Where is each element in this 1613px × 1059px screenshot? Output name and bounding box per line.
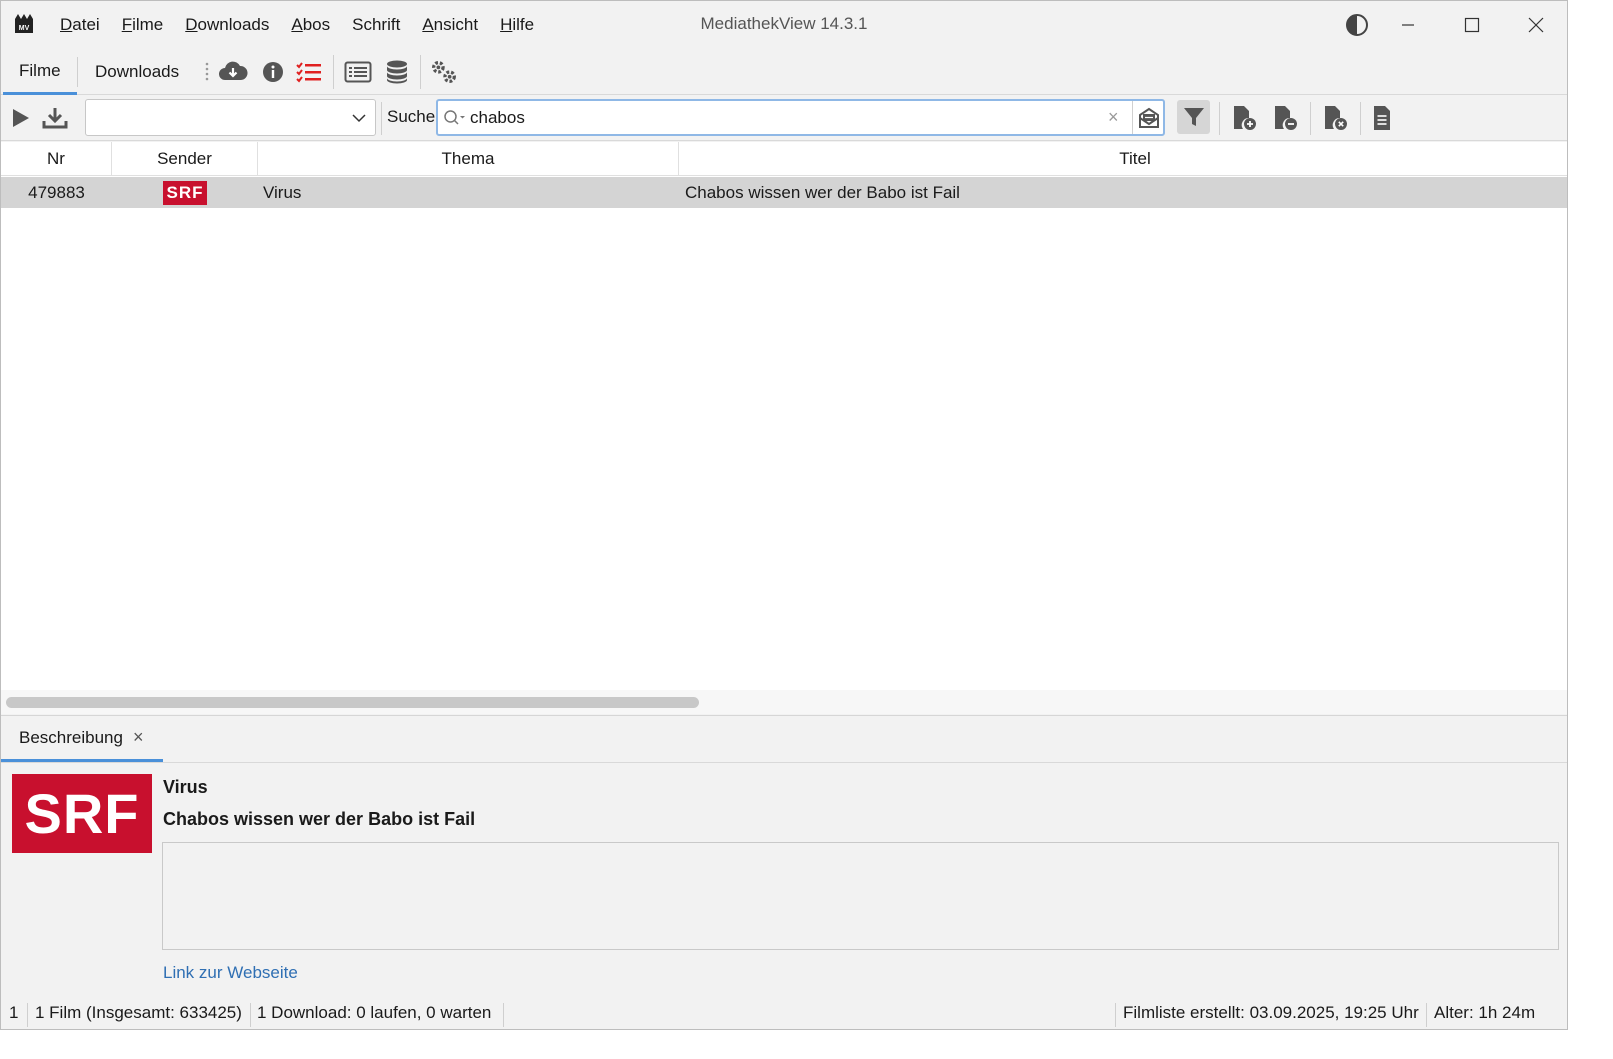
close-window-button[interactable] bbox=[1504, 1, 1567, 49]
film-table: Nr Sender Thema Titel 479883 SRF Virus C… bbox=[1, 142, 1567, 714]
chevron-down-icon bbox=[352, 114, 366, 123]
filter-icon bbox=[1183, 108, 1204, 126]
tab-downloads[interactable]: Downloads bbox=[79, 49, 195, 95]
title-bar: MV Datei Filme Downloads Abos Schrift An… bbox=[1, 1, 1567, 49]
status-divider bbox=[1426, 1003, 1427, 1027]
download-icon bbox=[42, 108, 68, 129]
status-divider bbox=[250, 1003, 251, 1027]
column-header-thema[interactable]: Thema bbox=[258, 142, 679, 176]
tab-filme[interactable]: Filme bbox=[3, 49, 77, 95]
toolbar-divider bbox=[420, 55, 421, 89]
maximize-icon bbox=[1464, 17, 1480, 33]
info-icon[interactable] bbox=[258, 57, 288, 87]
file-delete-icon bbox=[1325, 106, 1347, 130]
description-text[interactable] bbox=[162, 842, 1559, 950]
status-selected-count: 1 bbox=[9, 1003, 19, 1022]
status-downloads: 1 Download: 0 laufen, 0 warten bbox=[257, 1003, 492, 1022]
column-header-nr[interactable]: Nr bbox=[1, 142, 112, 176]
document-button[interactable] bbox=[1367, 103, 1397, 133]
search-label: Suche: bbox=[387, 107, 440, 126]
sender-logo-large: SRF bbox=[12, 774, 152, 853]
tab-beschreibung[interactable]: Beschreibung × bbox=[1, 716, 163, 762]
contrast-icon bbox=[1346, 14, 1368, 36]
delete-bookmark-button[interactable] bbox=[1320, 103, 1350, 133]
menu-abos[interactable]: Abos bbox=[280, 15, 341, 35]
cell-titel: Chabos wissen wer der Babo ist Fail bbox=[685, 183, 960, 202]
cell-thema: Virus bbox=[263, 183, 302, 202]
close-icon bbox=[1528, 17, 1544, 33]
menu-downloads[interactable]: Downloads bbox=[174, 15, 280, 35]
document-icon bbox=[1374, 106, 1390, 130]
tab-divider bbox=[77, 57, 78, 87]
clear-search-icon[interactable]: × bbox=[1108, 107, 1119, 128]
menu-ansicht[interactable]: Ansicht bbox=[411, 15, 489, 35]
app-logo-icon: MV bbox=[15, 14, 33, 33]
list-view-icon[interactable] bbox=[343, 57, 373, 87]
search-input[interactable] bbox=[470, 107, 1100, 129]
minimize-button[interactable] bbox=[1376, 1, 1440, 49]
toolbar-divider bbox=[1310, 102, 1311, 135]
checklist-icon[interactable] bbox=[294, 57, 324, 87]
scrollbar-thumb[interactable] bbox=[6, 697, 699, 708]
search-icon[interactable] bbox=[443, 109, 467, 127]
website-link[interactable]: Link zur Webseite bbox=[163, 963, 298, 983]
play-button[interactable] bbox=[5, 103, 35, 133]
file-remove-icon bbox=[1275, 106, 1297, 130]
menu-hilfe[interactable]: Hilfe bbox=[489, 15, 545, 35]
filter-toolbar: Suche: × bbox=[1, 96, 1567, 141]
column-header-sender[interactable]: Sender bbox=[112, 142, 258, 176]
status-divider bbox=[1115, 1003, 1116, 1027]
description-tab-label: Beschreibung bbox=[19, 727, 123, 747]
search-mode-button[interactable] bbox=[1132, 101, 1165, 134]
table-header: Nr Sender Thema Titel bbox=[1, 142, 1567, 176]
play-icon bbox=[13, 109, 29, 127]
cloud-download-icon[interactable] bbox=[218, 57, 248, 87]
main-toolbar: Filme Downloads bbox=[1, 49, 1567, 95]
menu-schrift[interactable]: Schrift bbox=[341, 15, 411, 35]
status-divider bbox=[503, 1003, 504, 1027]
status-films: 1 Film (Insgesamt: 633425) bbox=[35, 1003, 242, 1022]
description-topic: Virus bbox=[163, 777, 208, 797]
description-panel: Beschreibung × SRF Virus Chabos wissen w… bbox=[1, 715, 1567, 999]
toolbar-divider bbox=[1360, 102, 1361, 135]
drag-handle-icon[interactable] bbox=[204, 61, 210, 83]
toolbar-divider bbox=[381, 102, 382, 135]
status-age: Alter: 1h 24m bbox=[1434, 1003, 1536, 1022]
toolbar-divider bbox=[333, 55, 334, 89]
status-divider bbox=[27, 1003, 28, 1027]
search-mode-icon bbox=[1139, 107, 1159, 128]
search-field[interactable]: × bbox=[436, 99, 1165, 136]
main-window: MV Datei Filme Downloads Abos Schrift An… bbox=[0, 0, 1568, 1030]
filter-toggle-button[interactable] bbox=[1177, 100, 1210, 134]
database-icon[interactable] bbox=[382, 57, 412, 87]
minimize-icon bbox=[1402, 24, 1414, 26]
download-button[interactable] bbox=[40, 103, 70, 133]
settings-icon[interactable] bbox=[429, 57, 459, 87]
divider bbox=[1, 762, 1567, 763]
horizontal-scrollbar[interactable] bbox=[1, 690, 1567, 714]
sender-dropdown[interactable] bbox=[85, 99, 376, 136]
svg-text:MV: MV bbox=[19, 25, 30, 32]
description-title: Chabos wissen wer der Babo ist Fail bbox=[163, 809, 476, 829]
maximize-button[interactable] bbox=[1440, 1, 1504, 49]
menu-filme[interactable]: Filme bbox=[111, 15, 175, 35]
toolbar-divider bbox=[1219, 102, 1220, 135]
sender-logo: SRF bbox=[163, 181, 207, 205]
cell-nr: 479883 bbox=[28, 183, 85, 202]
menu-bar: Datei Filme Downloads Abos Schrift Ansic… bbox=[49, 1, 545, 49]
status-filmlist-date: Filmliste erstellt: 03.09.2025, 19:25 Uh… bbox=[1123, 1003, 1419, 1022]
add-bookmark-button[interactable] bbox=[1229, 103, 1259, 133]
file-add-icon bbox=[1234, 106, 1256, 130]
status-bar: 1 1 Film (Insgesamt: 633425) 1 Download:… bbox=[1, 999, 1567, 1029]
table-row[interactable]: 479883 SRF Virus Chabos wissen wer der B… bbox=[1, 177, 1567, 208]
remove-bookmark-button[interactable] bbox=[1270, 103, 1300, 133]
column-header-titel[interactable]: Titel bbox=[679, 142, 1567, 176]
menu-datei[interactable]: Datei bbox=[49, 15, 111, 35]
close-icon[interactable]: × bbox=[133, 727, 144, 748]
